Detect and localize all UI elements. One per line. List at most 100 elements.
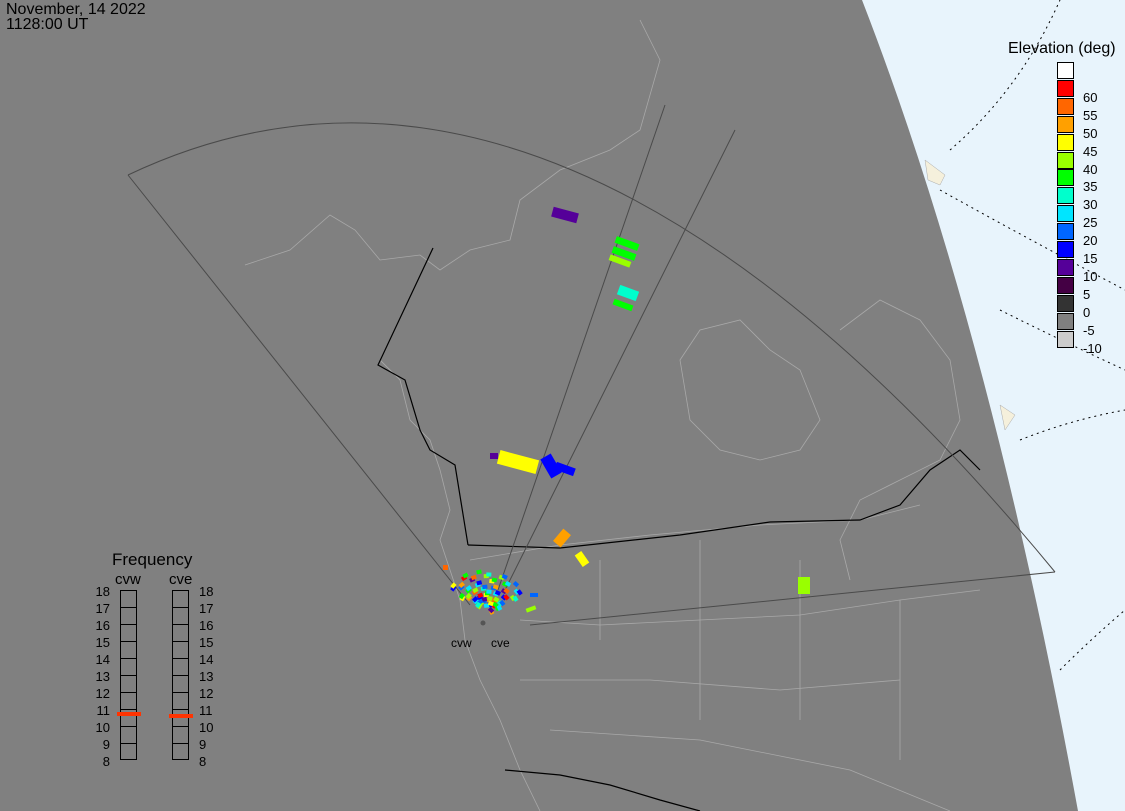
scatter-patch [443, 565, 448, 570]
frequency-tick-right: 15 [199, 635, 214, 650]
legend-swatch [1057, 276, 1074, 294]
legend-title: Elevation (deg) [1008, 40, 1116, 57]
frequency-tick-left: 16 [95, 618, 110, 633]
frequency-title: Frequency [112, 550, 193, 569]
site-label-cvw: cvw [451, 636, 472, 650]
frequency-tick-left: 10 [95, 720, 110, 735]
borders [377, 247, 981, 811]
legend-swatch [1057, 97, 1074, 115]
scale-line [173, 658, 188, 659]
scatter-patch [525, 605, 537, 613]
scale-line [121, 641, 136, 642]
legend-swatch [1057, 205, 1074, 223]
scale-line [173, 743, 188, 744]
scale-line [121, 709, 136, 710]
scatter-patch [616, 284, 640, 302]
scale-line [121, 743, 136, 744]
frequency-tick-right: 9 [199, 737, 207, 752]
frequency-tick-left: 11 [96, 703, 111, 718]
scatter-patch [553, 528, 571, 548]
scale-line [121, 726, 136, 727]
frequency-marker-cve [169, 713, 193, 718]
legend-swatch [1057, 330, 1074, 348]
scatter-patch [490, 453, 498, 459]
legend-swatch [1057, 151, 1074, 169]
frequency-tick-right: 16 [199, 618, 214, 633]
legend-label: -10 [1083, 340, 1102, 356]
scatter-patch [476, 569, 482, 575]
site-label-cve: cve [491, 636, 510, 650]
radar-site-marker [480, 620, 486, 626]
scatter-patches [443, 206, 810, 616]
time-label: 1128:00 UT [6, 16, 89, 33]
legend-swatch [1057, 133, 1074, 151]
legend-label: 35 [1083, 179, 1098, 195]
scale-line [121, 658, 136, 659]
scale-line [173, 692, 188, 693]
scale-line [121, 607, 136, 608]
scatter-patch [530, 593, 538, 597]
scale-line [173, 624, 188, 625]
scale-line [121, 675, 136, 676]
legend-label: -5 [1083, 322, 1095, 338]
legend-swatch [1057, 187, 1074, 205]
frequency-tick-left: 14 [95, 652, 110, 667]
scale-line [121, 692, 136, 693]
legend-swatch [1057, 115, 1074, 133]
scatter-patch [574, 550, 590, 568]
scatter-patch [476, 580, 483, 586]
scatter-patch [798, 577, 810, 594]
legend-label: 5 [1083, 286, 1091, 302]
legend-label: 55 [1083, 107, 1098, 123]
coastlines [244, 19, 981, 811]
scale-line [173, 726, 188, 727]
frequency-tick-left: 13 [95, 669, 110, 684]
scale-line [173, 709, 188, 710]
legend-label: 15 [1083, 251, 1098, 266]
legend-swatch [1057, 312, 1074, 330]
legend-label: 25 [1083, 215, 1098, 231]
legend-label: 50 [1083, 125, 1098, 141]
scatter-patch [551, 206, 579, 224]
frequency-tick-right: 10 [199, 720, 214, 735]
frequency-tick-right: 13 [199, 669, 214, 684]
scatter-patch [486, 572, 492, 577]
frequency-tick-right: 8 [199, 754, 207, 769]
legend-label: 10 [1083, 268, 1098, 284]
scatter-patch [612, 298, 634, 312]
radar-fan-outline [127, 104, 1056, 626]
frequency-tick-right: 17 [199, 601, 214, 616]
scale-line [173, 607, 188, 608]
scatter-patch [512, 580, 520, 588]
legend-swatch [1057, 223, 1074, 241]
legend-label: 60 [1083, 89, 1098, 105]
frequency-tick-right: 18 [199, 584, 214, 599]
frequency-scale-cvw [120, 590, 137, 760]
legend-swatch [1057, 169, 1074, 187]
legend-label: 40 [1083, 161, 1098, 177]
legend-label: 45 [1083, 143, 1098, 159]
frequency-tick-right: 12 [199, 686, 214, 701]
legend-swatch [1057, 241, 1074, 258]
scale-line [173, 641, 188, 642]
legend-label: 20 [1083, 233, 1098, 249]
legend-label: 0 [1083, 304, 1091, 320]
frequency-tick-left: 17 [95, 601, 110, 616]
frequency-tick-left: 15 [95, 635, 110, 650]
frequency-tick-left: 9 [102, 737, 110, 752]
legend-label: 30 [1083, 197, 1098, 213]
scale-line [173, 675, 188, 676]
scatter-patch [496, 450, 540, 474]
frequency-tick-right: 14 [199, 652, 214, 667]
radar-name-cvw: cvw [115, 571, 141, 588]
map-canvas [127, 0, 1125, 811]
scatter-patch [482, 584, 488, 590]
frequency-tick-left: 18 [95, 584, 110, 599]
frequency-marker-cvw [117, 712, 141, 717]
scatter-patch [486, 589, 492, 594]
legend-swatch [1057, 258, 1074, 276]
frequency-tick-right: 11 [199, 703, 213, 718]
frequency-tick-left: 8 [102, 754, 110, 769]
radar-name-cve: cve [169, 571, 193, 588]
frequency-scale-cve [172, 590, 189, 760]
